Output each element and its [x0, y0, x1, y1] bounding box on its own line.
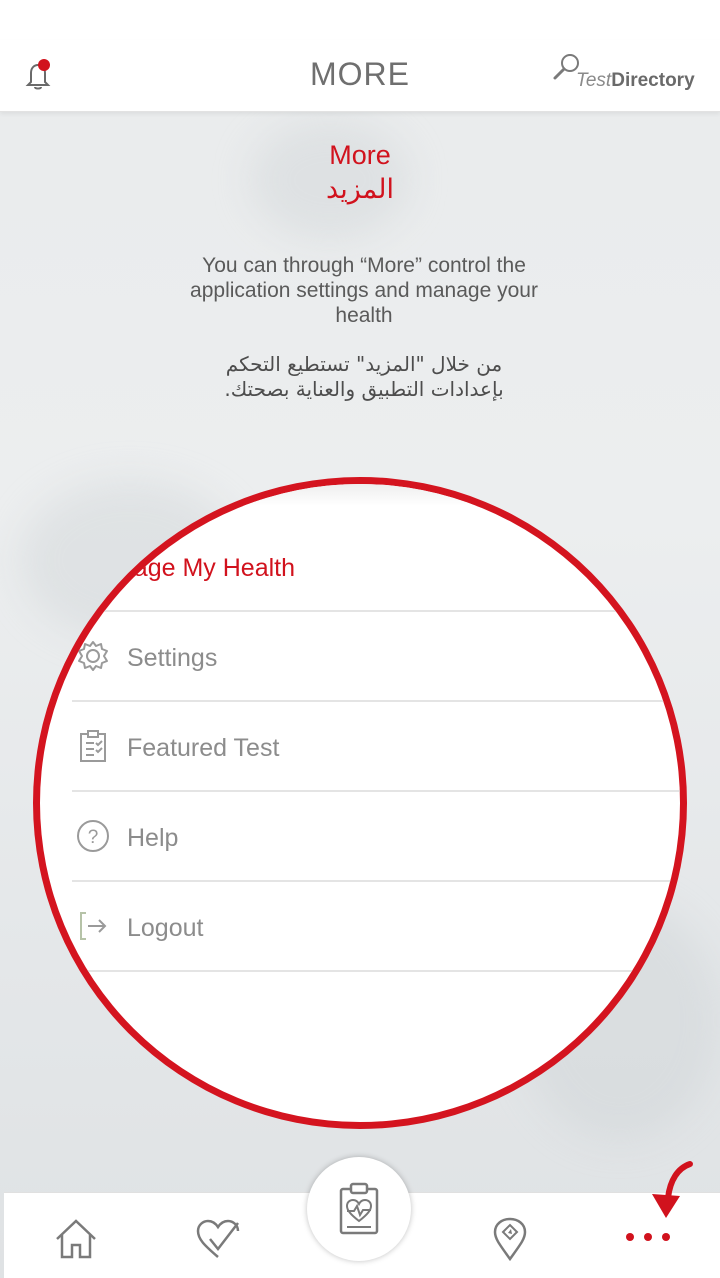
more-dots-icon	[626, 1233, 634, 1241]
menu-item-help[interactable]: ? Help	[72, 792, 680, 882]
menu-item-label: Help	[127, 824, 179, 852]
menu-item-label: Settings	[127, 644, 218, 672]
menu-item-label: Featured Test	[127, 734, 280, 762]
highlight-magnifier-circle: anage My Health Settings Featured Test ?…	[33, 477, 687, 1129]
test-directory-prefix: Test	[576, 70, 612, 91]
menu-top-shadow	[40, 484, 680, 506]
status-bar	[0, 0, 720, 40]
location-pin-icon	[493, 1217, 527, 1262]
clipboard-list-icon	[76, 729, 110, 763]
menu-item-label: Logout	[127, 914, 204, 942]
center-report-button[interactable]	[307, 1157, 411, 1261]
intro-text-english: You can through “More” control the appli…	[190, 254, 538, 327]
menu-item-label: anage My Health	[106, 554, 296, 582]
menu-item-manage-my-health[interactable]: anage My Health	[72, 522, 680, 612]
test-directory-link[interactable]: TestDirectory	[552, 52, 702, 96]
home-icon	[56, 1219, 96, 1259]
intro-text-arabic: من خلال "المزيد" تستطيع التحكم بإعدادات …	[224, 352, 504, 401]
heart-check-icon	[196, 1219, 240, 1258]
app-header: MORE TestDirectory	[0, 40, 720, 112]
menu-item-featured-test[interactable]: Featured Test	[72, 702, 680, 792]
gear-icon	[76, 639, 110, 673]
question-circle-icon: ?	[76, 819, 110, 853]
test-directory-label: TestDirectory	[576, 70, 695, 92]
svg-text:?: ?	[88, 827, 99, 848]
more-menu-list: anage My Health Settings Featured Test ?…	[40, 484, 680, 1122]
more-dots-icon	[662, 1233, 670, 1241]
pointer-arrow-annotation	[652, 1161, 693, 1218]
menu-item-settings[interactable]: Settings	[72, 612, 680, 702]
menu-item-logout[interactable]: Logout	[72, 882, 680, 972]
tab-location[interactable]	[486, 1215, 534, 1263]
logout-icon	[76, 909, 110, 943]
more-dots-icon	[644, 1233, 652, 1241]
tab-more[interactable]	[620, 1225, 676, 1249]
test-directory-suffix: Directory	[611, 70, 695, 91]
tab-home[interactable]	[52, 1215, 100, 1263]
tab-health[interactable]	[194, 1215, 242, 1263]
intro-title-english: More	[329, 140, 391, 170]
intro-title-arabic: المزيد	[326, 174, 394, 205]
clipboard-heart-icon	[339, 1182, 379, 1235]
